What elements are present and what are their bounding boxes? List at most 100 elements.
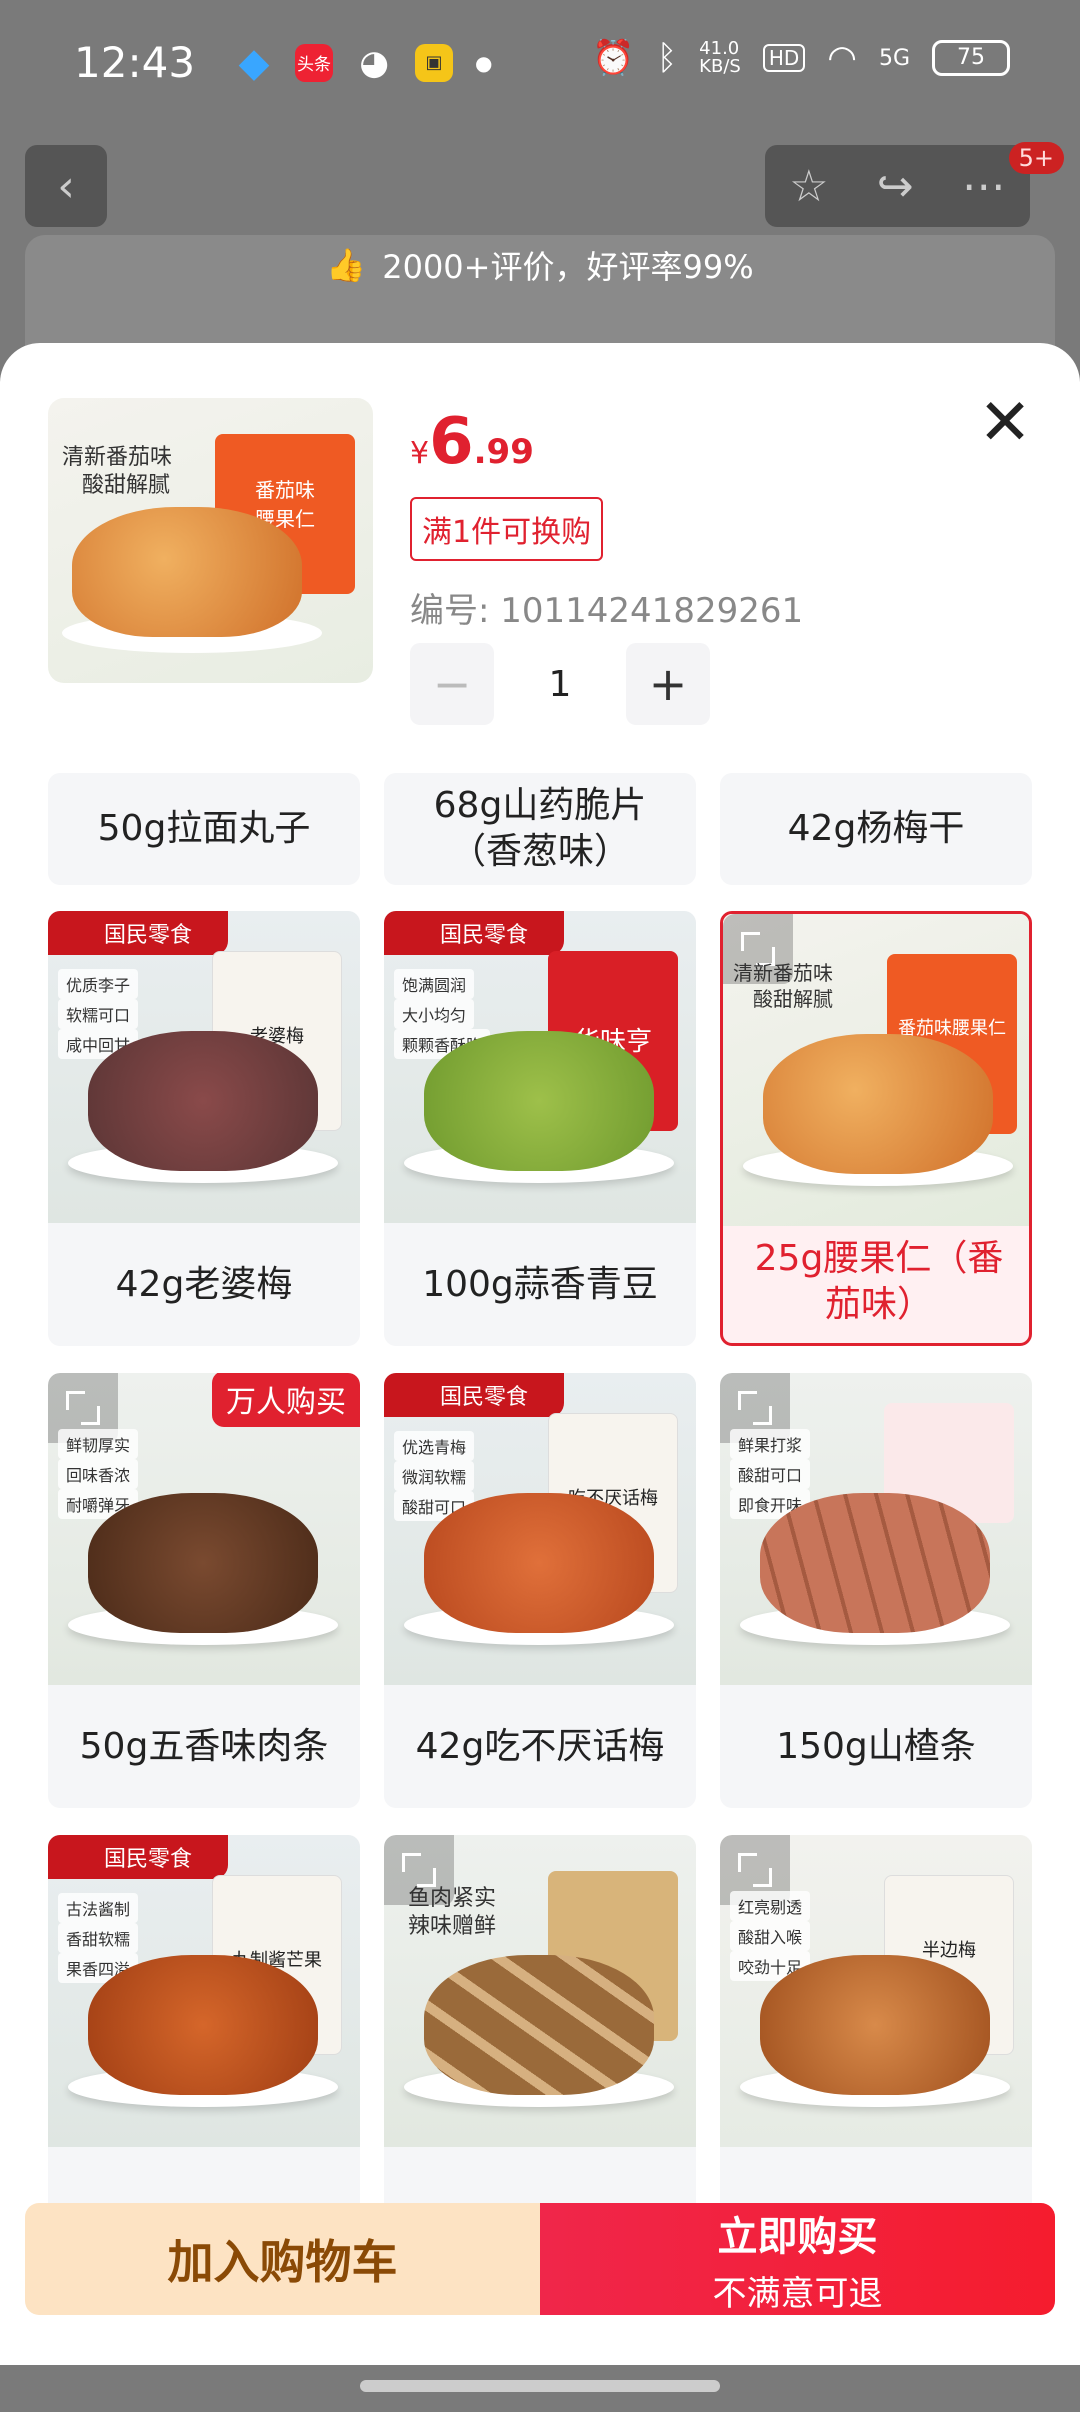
image-caption: 清新番茄味 酸甜解腻: [733, 960, 833, 1012]
share-icon[interactable]: ↪: [877, 161, 914, 212]
food-pile: [760, 1493, 990, 1633]
status-bar: 12:43 ◆ 头条 ◕ ▣ ● ⏰ ᛒ 41.0 KB/S HD ◠ 5G 7…: [0, 0, 1080, 125]
variant-option[interactable]: 42g杨梅干: [720, 773, 1032, 885]
feature-2: 回味香浓: [58, 1459, 139, 1489]
variant-label: 50g拉面丸子: [97, 808, 311, 849]
variant-image: 国民零食 饱满圆润 大小均匀 颗颗香酥脆 华味亨: [384, 911, 696, 1223]
variant-option[interactable]: 50g拉面丸子: [48, 773, 360, 885]
alarm-icon: ⏰: [592, 38, 635, 78]
qq-icon: ◆: [238, 39, 270, 86]
sku-selector-sheet: 清新番茄味 酸甜解腻 番茄味 腰果仁 ✕ ¥ 6 .99 满1件可换购 编号: …: [0, 343, 1080, 2365]
food-pile: [88, 1955, 318, 2095]
buy-now-sublabel: 不满意可退: [712, 2273, 883, 2314]
food-pile: [88, 1031, 318, 1171]
food-pile: [424, 1955, 654, 2095]
hd-icon: HD: [762, 44, 806, 72]
thumb-caption: 清新番茄味 酸甜解腻: [62, 444, 172, 500]
variant-option[interactable]: 国民零食 优选青梅 微润软糯 酸甜可口 吃不厌话梅 42g吃不厌话梅: [384, 1373, 696, 1808]
variant-image: 国民零食 优选青梅 微润软糯 酸甜可口 吃不厌话梅: [384, 1373, 696, 1685]
variant-image: 国民零食 优质李子 软糯可口 咸中回甘 老婆梅: [48, 911, 360, 1223]
feature-1: 古法酱制: [58, 1893, 139, 1923]
variant-label: 42g老婆梅: [115, 1263, 293, 1305]
food-pile: [763, 1034, 993, 1174]
variant-image: 鱼肉紧实 辣味赠鲜: [384, 1835, 696, 2147]
variant-label: 150g山楂条: [776, 1725, 976, 1767]
caption-1: 清新番茄味: [733, 961, 833, 985]
food-pile: [424, 1493, 654, 1633]
variant-image: 国民零食 古法酱制 香甜软糯 果香四溢 九制酱芒果: [48, 1835, 360, 2147]
status-time: 12:43: [74, 38, 196, 87]
variant-label: 50g五香味肉条: [79, 1725, 329, 1767]
variant-label: 42g杨梅干: [787, 808, 965, 849]
wechat-icon: ◕: [359, 42, 389, 83]
add-to-cart-button[interactable]: 加入购物车: [25, 2203, 540, 2315]
price-decimal: .99: [473, 432, 534, 472]
variant-grid: 50g拉面丸子 68g山药脆片（香葱味） 42g杨梅干 国民零食 优质李子 软糯…: [48, 773, 1032, 2303]
variant-label: 42g吃不厌话梅: [415, 1725, 665, 1767]
variant-label: 100g蒜香青豆: [422, 1263, 658, 1305]
feature-2: 微润软糯: [394, 1461, 475, 1491]
message-badge: 5+: [1008, 142, 1064, 174]
decrease-button[interactable]: −: [410, 643, 494, 725]
battery-icon: 75: [932, 40, 1010, 76]
price: ¥ 6 .99: [410, 405, 534, 479]
brand-tag: 国民零食: [384, 911, 564, 955]
feature-1: 优选青梅: [394, 1431, 475, 1461]
quantity-value[interactable]: 1: [494, 664, 626, 705]
favorite-icon[interactable]: ☆: [789, 161, 828, 212]
close-button[interactable]: ✕: [975, 391, 1035, 455]
home-indicator[interactable]: [360, 2380, 720, 2392]
image-caption: 鱼肉紧实 辣味赠鲜: [408, 1885, 496, 1941]
variant-option[interactable]: 鲜果打浆 酸甜可口 即食开味 150g山楂条: [720, 1373, 1032, 1808]
variant-option-selected[interactable]: 清新番茄味 酸甜解腻 番茄味腰果仁 25g腰果仁（番茄味）: [720, 911, 1032, 1346]
variant-option[interactable]: 国民零食 饱满圆润 大小均匀 颗颗香酥脆 华味亨 100g蒜香青豆: [384, 911, 696, 1346]
feature-1: 饱满圆润: [394, 969, 475, 999]
app-icon: ▣: [415, 43, 454, 82]
thumbs-up-icon: 👍: [326, 246, 367, 284]
food-pile: [424, 1031, 654, 1171]
thumb-caption-1: 清新番茄味: [62, 445, 173, 470]
promo-tag: 满1件可换购: [410, 497, 604, 561]
feature-2: 香甜软糯: [58, 1923, 139, 1953]
caption-2: 辣味赠鲜: [408, 1914, 497, 1939]
signal-5g: 5G: [878, 45, 910, 71]
food-pile: [88, 1493, 318, 1633]
net-speed: 41.0 KB/S: [699, 38, 741, 77]
caption-2: 酸甜解腻: [753, 987, 833, 1011]
caption-1: 鱼肉紧实: [408, 1886, 497, 1911]
action-bar: 加入购物车 立即购买 不满意可退: [25, 2203, 1055, 2315]
variant-image: 清新番茄味 酸甜解腻 番茄味腰果仁: [723, 914, 1029, 1226]
buy-now-button[interactable]: 立即购买 不满意可退: [540, 2203, 1055, 2315]
brand-tag: 国民零食: [48, 1835, 228, 1879]
increase-button[interactable]: +: [626, 643, 710, 725]
buy-now-label: 立即购买: [717, 2213, 878, 2260]
wifi-icon: ◠: [827, 38, 857, 78]
feature-2: 大小均匀: [394, 999, 475, 1029]
variant-label: 68g山药脆片（香葱味）: [433, 785, 647, 872]
variant-image: 万人购买 鲜韧厚实 回味香浓 耐嚼弹牙: [48, 1373, 360, 1685]
price-currency: ¥: [410, 436, 430, 471]
feature-2: 酸甜可口: [730, 1459, 811, 1489]
food-pile: [760, 1955, 990, 2095]
top-actions: ☆ ↪ ⋯: [765, 145, 1030, 227]
variant-option[interactable]: 国民零食 优质李子 软糯可口 咸中回甘 老婆梅 42g老婆梅: [48, 911, 360, 1346]
notification-icons: ◆ 头条 ◕ ▣ ●: [235, 39, 493, 86]
variant-option[interactable]: 68g山药脆片（香葱味）: [384, 773, 696, 885]
product-code: 编号: 10114241829261: [410, 591, 804, 631]
back-button[interactable]: ‹: [25, 145, 107, 227]
feature-1: 鲜果打浆: [730, 1429, 811, 1459]
quantity-stepper: − 1 +: [410, 643, 710, 725]
variant-option[interactable]: 万人购买 鲜韧厚实 回味香浓 耐嚼弹牙 50g五香味肉条: [48, 1373, 360, 1808]
variant-image: 红亮剔透 酸甜入喉 咬劲十足 半边梅: [720, 1835, 1032, 2147]
thumb-cashews: [72, 507, 302, 637]
toutiao-icon: 头条: [295, 43, 334, 82]
price-integer: 6: [429, 405, 474, 479]
bluetooth-icon: ᛒ: [656, 38, 678, 78]
more-icon[interactable]: ⋯: [962, 161, 1006, 212]
status-right: ⏰ ᛒ 41.0 KB/S HD ◠ 5G 75: [592, 38, 1010, 78]
feature-1: 红亮剔透: [730, 1891, 811, 1921]
feature-2: 软糯可口: [58, 999, 139, 1029]
review-ribbon: 👍 2000+评价，好评率99%: [300, 230, 780, 300]
product-thumbnail[interactable]: 清新番茄味 酸甜解腻 番茄味 腰果仁: [48, 398, 373, 683]
review-text: 2000+评价，好评率99%: [382, 248, 754, 286]
